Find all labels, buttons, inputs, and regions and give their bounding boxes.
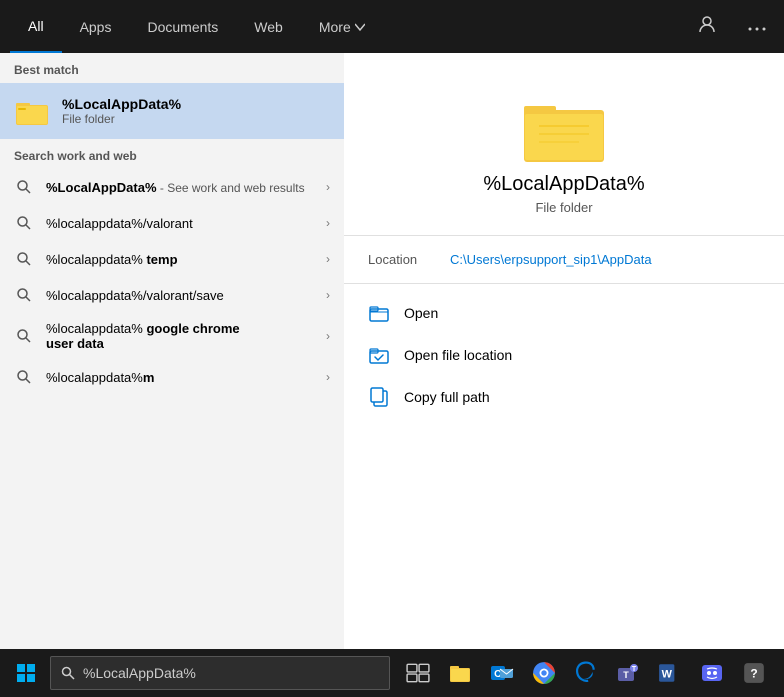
- chevron-right-icon: ›: [326, 370, 330, 384]
- chevron-down-icon: [355, 22, 365, 32]
- outlook-icon: O: [490, 661, 514, 685]
- nav-right-icons: [690, 11, 774, 42]
- result-text: %LocalAppData% - See work and web result…: [46, 180, 314, 195]
- best-match-subtitle: File folder: [62, 112, 181, 126]
- divider-top: [344, 235, 784, 236]
- chrome-icon: [532, 661, 556, 685]
- nav-tab-documents[interactable]: Documents: [129, 0, 236, 53]
- open-file-location-action[interactable]: Open file location: [344, 334, 784, 376]
- search-icon: [14, 177, 34, 197]
- nav-tab-more[interactable]: More: [301, 0, 383, 53]
- search-icon: [14, 249, 34, 269]
- result-title: %LocalAppData%: [483, 173, 644, 196]
- copy-path-action[interactable]: Copy full path: [344, 376, 784, 418]
- word-button[interactable]: W: [650, 653, 690, 693]
- word-icon: W: [658, 661, 682, 685]
- nav-tab-apps[interactable]: Apps: [62, 0, 130, 53]
- search-icon: [14, 285, 34, 305]
- open-label: Open: [404, 305, 438, 321]
- list-item[interactable]: %localappdata%/valorant ›: [0, 205, 344, 241]
- nav-tab-web[interactable]: Web: [236, 0, 301, 53]
- result-text: %localappdata%/valorant: [46, 216, 314, 231]
- result-text: %localappdata% temp: [46, 252, 314, 267]
- result-text: %localappdata%m: [46, 370, 314, 385]
- taskbar-search-input[interactable]: [83, 665, 379, 681]
- divider-mid: [344, 283, 784, 284]
- outlook-button[interactable]: O: [482, 653, 522, 693]
- windows-start-button[interactable]: [6, 653, 46, 693]
- folder-large-icon: [519, 83, 609, 173]
- best-match-title: %LocalAppData%: [62, 96, 181, 112]
- ellipsis-button[interactable]: [740, 11, 774, 42]
- user-icon: [698, 15, 716, 33]
- best-match-label: Best match: [0, 53, 344, 83]
- search-icon: [14, 213, 34, 233]
- windows-logo-icon: [17, 664, 35, 682]
- svg-text:T: T: [623, 670, 629, 680]
- left-panel: Best match %LocalAppData% File folder Se…: [0, 53, 344, 649]
- discord-icon: [700, 661, 724, 685]
- copy-icon: [368, 386, 390, 408]
- file-explorer-icon: [448, 661, 472, 685]
- taskbar-icons: O: [398, 653, 774, 693]
- file-explorer-button[interactable]: [440, 653, 480, 693]
- result-subtitle: File folder: [535, 200, 592, 215]
- taskbar: O: [0, 649, 784, 697]
- top-nav: All Apps Documents Web More: [0, 0, 784, 53]
- taskbar-search-icon: [61, 666, 75, 680]
- ellipsis-icon: [748, 27, 766, 31]
- list-item[interactable]: %localappdata% google chromeuser data ›: [0, 313, 344, 359]
- copy-path-label: Copy full path: [404, 389, 490, 405]
- search-icon: [14, 326, 34, 346]
- search-icon: [14, 367, 34, 387]
- teams-icon: T T: [616, 661, 640, 685]
- nav-tab-all[interactable]: All: [10, 0, 62, 53]
- location-label: Location: [368, 252, 438, 267]
- open-file-location-label: Open file location: [404, 347, 512, 363]
- chevron-right-icon: ›: [326, 288, 330, 302]
- folder-icon: [14, 93, 50, 129]
- main-area: Best match %LocalAppData% File folder Se…: [0, 53, 784, 649]
- svg-text:T: T: [632, 666, 637, 673]
- task-view-button[interactable]: [398, 653, 438, 693]
- right-panel: %LocalAppData% File folder Location C:\U…: [344, 53, 784, 649]
- best-match-item[interactable]: %LocalAppData% File folder: [0, 83, 344, 139]
- search-work-label: Search work and web: [0, 139, 344, 169]
- svg-text:W: W: [662, 668, 673, 680]
- teams-button[interactable]: T T: [608, 653, 648, 693]
- svg-text:?: ?: [750, 666, 757, 680]
- edge-button[interactable]: [566, 653, 606, 693]
- chrome-button[interactable]: [524, 653, 564, 693]
- list-item[interactable]: %localappdata% temp ›: [0, 241, 344, 277]
- open-file-location-icon: [368, 344, 390, 366]
- user-icon-button[interactable]: [690, 11, 724, 42]
- open-action[interactable]: Open: [344, 292, 784, 334]
- list-item[interactable]: %LocalAppData% - See work and web result…: [0, 169, 344, 205]
- chevron-right-icon: ›: [326, 216, 330, 230]
- discord-button[interactable]: [692, 653, 732, 693]
- edge-icon: [574, 661, 598, 685]
- location-row: Location C:\Users\erpsupport_sip1\AppDat…: [344, 252, 784, 283]
- result-text: %localappdata%/valorant/save: [46, 288, 314, 303]
- location-path-link[interactable]: C:\Users\erpsupport_sip1\AppData: [450, 252, 652, 267]
- chevron-right-icon: ›: [326, 252, 330, 266]
- chevron-right-icon: ›: [326, 180, 330, 194]
- app-icon: ?: [742, 661, 766, 685]
- task-view-icon: [406, 661, 430, 685]
- taskbar-search-bar[interactable]: [50, 656, 390, 690]
- list-item[interactable]: %localappdata%m ›: [0, 359, 344, 395]
- chevron-right-icon: ›: [326, 329, 330, 343]
- app-button[interactable]: ?: [734, 653, 774, 693]
- best-match-text: %LocalAppData% File folder: [62, 96, 181, 126]
- result-text: %localappdata% google chromeuser data: [46, 321, 314, 351]
- list-item[interactable]: %localappdata%/valorant/save ›: [0, 277, 344, 313]
- open-icon: [368, 302, 390, 324]
